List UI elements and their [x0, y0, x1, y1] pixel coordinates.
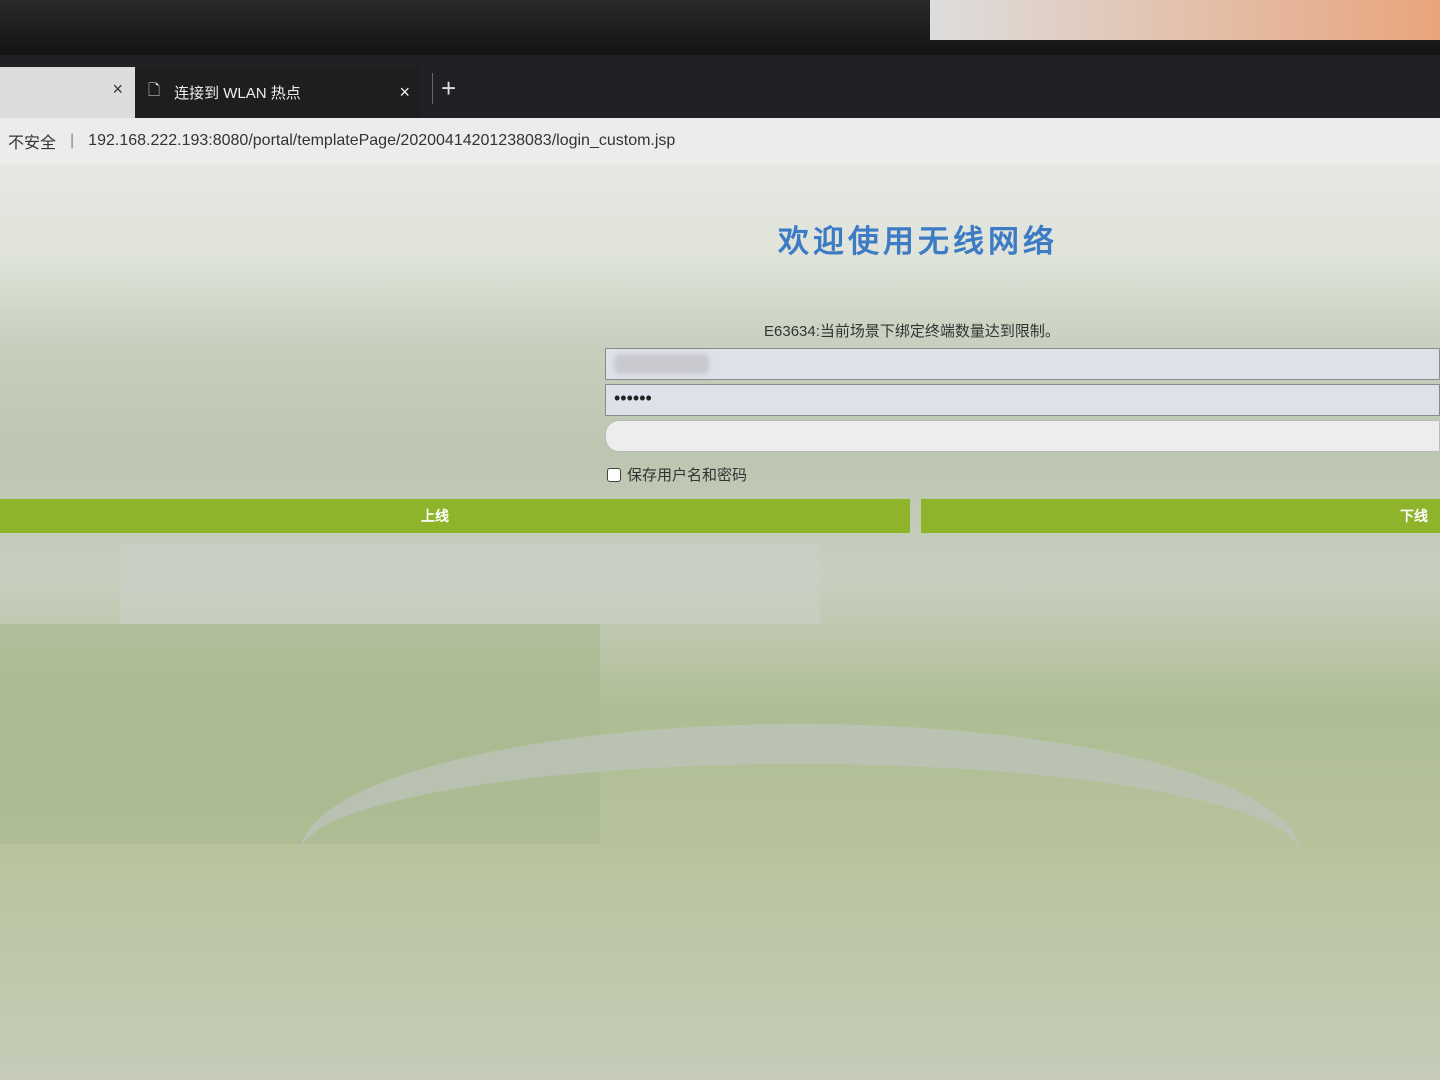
remember-checkbox[interactable]: [607, 467, 621, 482]
new-tab-button[interactable]: +: [432, 73, 456, 104]
error-message: E63634:当前场景下绑定终端数量达到限制。: [764, 323, 1060, 340]
redacted-username: [614, 354, 709, 374]
extra-input[interactable]: [605, 420, 1440, 452]
password-input[interactable]: ••••••: [605, 384, 1440, 416]
security-indicator[interactable]: 不安全: [8, 129, 56, 153]
tab-wlan-hotspot[interactable]: 🗋 连接到 WLAN 热点 ×: [136, 67, 420, 118]
username-input[interactable]: [605, 348, 1440, 380]
background-object: [930, 0, 1440, 40]
login-button[interactable]: 上线: [0, 499, 910, 533]
background-road: [300, 724, 1300, 984]
tab-previous[interactable]: ×: [0, 67, 135, 118]
logout-button[interactable]: 下线: [921, 499, 1440, 533]
close-icon[interactable]: ×: [112, 79, 123, 100]
remember-credentials[interactable]: 保存用户名和密码: [607, 464, 747, 485]
page-icon: 🗋: [148, 82, 161, 99]
page-title: 欢迎使用无线网络: [778, 224, 1058, 260]
tab-bar: × 🗋 连接到 WLAN 热点 × +: [0, 55, 1440, 118]
url-text[interactable]: 192.168.222.193:8080/portal/templatePage…: [88, 132, 675, 150]
monitor-bezel: [0, 0, 1440, 60]
divider: |: [70, 132, 75, 149]
address-bar[interactable]: 不安全 | 192.168.222.193:8080/portal/templa…: [0, 118, 1440, 164]
portal-page: 欢迎使用无线网络 E63634:当前场景下绑定终端数量达到限制。 •••••• …: [0, 164, 1440, 1080]
remember-label: 保存用户名和密码: [627, 467, 748, 484]
tab-label: 连接到 WLAN 热点: [174, 85, 301, 102]
close-icon[interactable]: ×: [399, 82, 410, 103]
background-building: [120, 544, 820, 624]
